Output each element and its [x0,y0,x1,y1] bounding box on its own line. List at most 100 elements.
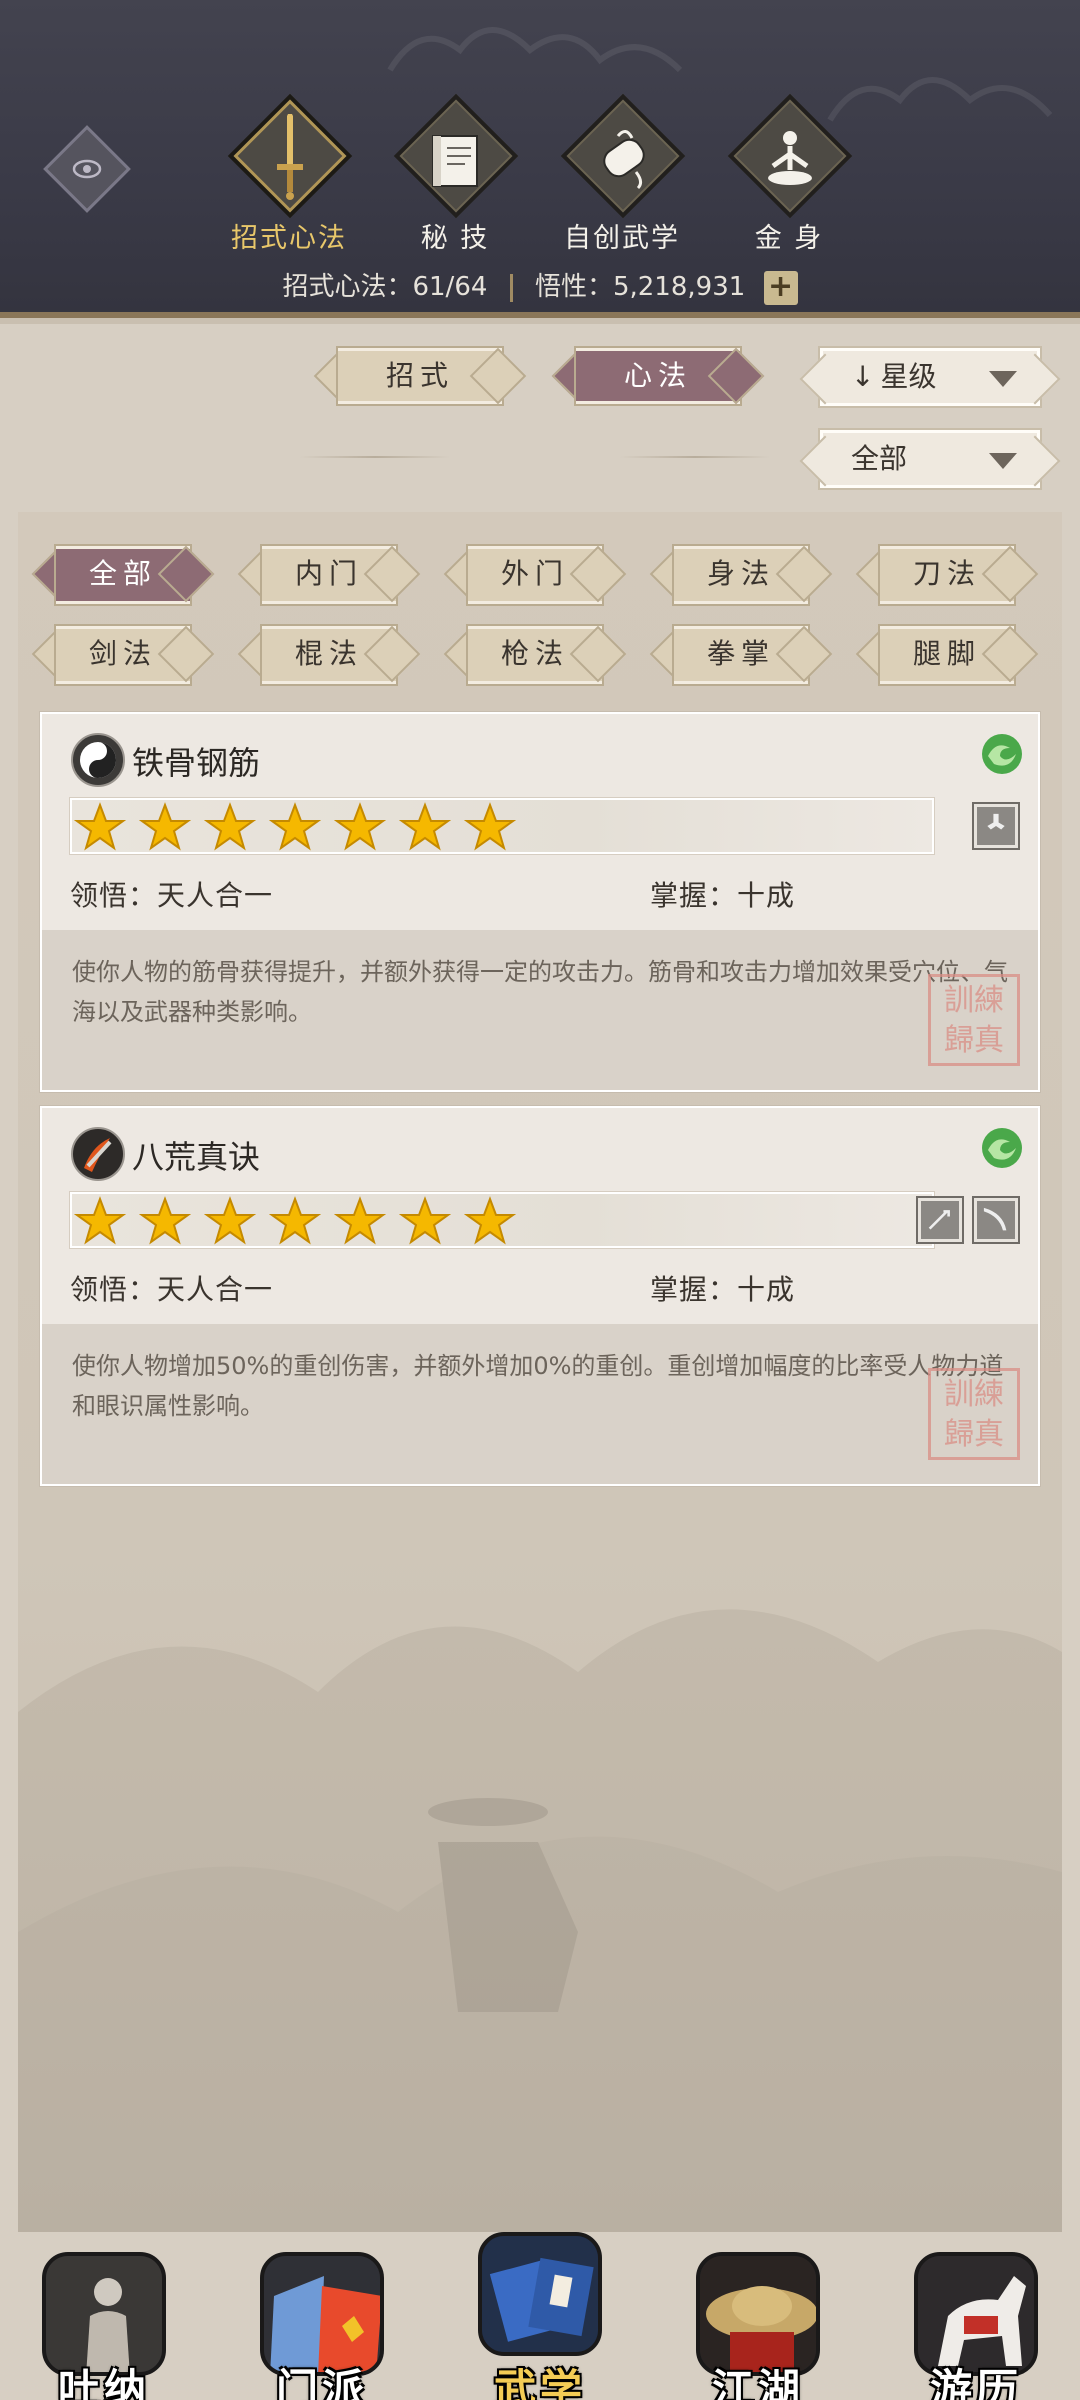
stats-line: 招式心法：61/64 悟性：5,218,931 + [0,266,1080,305]
nav-portrait [478,2232,602,2356]
filter-inner-sect[interactable]: 内门 [237,545,421,604]
star-icon [399,1196,451,1245]
filter-all[interactable]: 全部 [31,545,215,604]
landscape-backdrop [18,1609,1062,2232]
filter-label: 剑法 [88,637,157,670]
insight-value: 5,218,931 [612,272,746,302]
manual-books-icon [482,2236,598,2352]
comprehension-row: 领悟：天人合一 [70,874,273,914]
tab-golden-body[interactable]: 金 身 [704,93,874,254]
nav-label: 吐纳 [57,2365,150,2400]
mode-tab-inner-arts[interactable]: 心法 [551,347,765,405]
comprehension-value: 天人合一 [157,879,274,912]
dagger-icon [928,1210,950,1230]
equip-slot-icon[interactable] [974,804,1018,848]
filter-label: 身法 [706,557,775,590]
filter-staff[interactable]: 棍法 [237,625,421,684]
nav-label: 门派 [275,2365,368,2400]
yin-yang-icon [71,733,125,787]
skill-description: 使你人物增加50%的重创伤害，并额外增加0%的重创。重创增加幅度的比率受人物力道… [72,1352,1004,1420]
filter-outer-sect[interactable]: 外门 [443,545,627,604]
mode-tab-moves[interactable]: 招式 [313,347,527,405]
cloud-pattern [387,27,683,73]
sort-dropdown[interactable]: ↓ 星级 [820,348,1040,406]
filter-blade[interactable]: 刀法 [855,545,1039,604]
nav-breathing[interactable]: 吐纳 [24,2232,184,2400]
divider [509,273,513,302]
book-icon [432,135,478,187]
skill-name: 八荒真诀 [132,1138,261,1176]
comprehension-label: 领悟： [70,1273,158,1306]
skill-name: 铁骨钢筋 [132,744,261,782]
skill-description-box: 使你人物的筋骨获得提升，并额外获得一定的攻击力。筋骨和攻击力增加效果受穴位、气海… [42,930,1038,1090]
skill-card[interactable]: 铁骨钢筋 领悟：天人合一 掌握：十成 使你人物的筋骨获得提升，并额外获得一定的攻… [40,712,1040,1092]
star-icon [204,1196,256,1245]
insight-label: 悟性： [534,272,613,302]
view-toggle-button[interactable] [43,125,131,213]
nav-jianghu[interactable]: 江湖 [678,2232,838,2400]
tab-custom-martial-arts[interactable]: 自创武学 [537,93,707,254]
add-insight-button[interactable]: + [763,270,798,305]
nav-label: 江湖 [711,2365,804,2400]
filter-kicks[interactable]: 腿脚 [855,625,1039,684]
star-rating [70,1192,934,1248]
filter-sword[interactable]: 剑法 [31,625,215,684]
figure-icon [987,813,1005,830]
filter-label: 棍法 [294,637,363,670]
skill-description: 使你人物的筋骨获得提升，并额外获得一定的攻击力。筋骨和攻击力增加效果受穴位、气海… [72,958,1008,1026]
tab-secret-skills[interactable]: 秘 技 [370,93,540,254]
flaming-blade-icon [71,1127,125,1181]
filter-movement[interactable]: 身法 [649,545,833,604]
star-icon [74,802,126,851]
sort-label: 星级 [880,360,937,393]
meditation-icon [768,131,812,185]
tab-techniques[interactable]: 招式心法 [204,93,374,254]
chevron-down-icon [989,371,1017,387]
filter-label: 腿脚 [912,637,981,670]
category-label: 全部 [851,442,908,475]
star-icon [269,1196,321,1245]
star-rating [70,798,934,854]
skill-card[interactable]: 八荒真诀 领悟：天人合一 掌握：十成 使你人物增加50%的重创伤害，并额外增加0… [40,1106,1040,1486]
tab-label: 金 身 [754,223,824,254]
nav-martial-arts[interactable]: 武学 [460,2232,620,2400]
star-icon [269,802,321,851]
skills-count-label: 招式心法： [282,272,413,302]
nav-travel[interactable]: 游历 [896,2232,1056,2400]
filter-label: 全部 [88,557,157,590]
comprehension-value: 天人合一 [157,1273,274,1306]
filter-spear[interactable]: 枪法 [443,625,627,684]
equip-slot-icon[interactable] [918,1198,962,1242]
swirl-badge-icon [982,734,1022,774]
mode-tab-label: 招式 [385,359,454,392]
tab-label: 自创武学 [564,223,680,254]
star-icon [74,1196,126,1245]
chevron-down-icon [989,453,1017,469]
comprehension-row: 领悟：天人合一 [70,1268,273,1308]
star-icon [334,802,386,851]
nav-label: 武学 [493,2365,586,2400]
divider [300,456,450,458]
category-dropdown[interactable]: 全部 [820,430,1040,488]
filter-label: 外门 [500,557,569,590]
header: 招式心法 秘 技 自创武学 金 身 招式心法：61/64 悟性：5,218,93… [0,0,1080,324]
swirl-badge-icon [982,1128,1022,1168]
nav-label: 游历 [929,2365,1022,2400]
seal-stamp: 訓練 歸真 [928,974,1020,1066]
equip-slot-icon[interactable] [974,1198,1018,1242]
eye-icon [72,159,102,179]
filter-label: 枪法 [500,637,569,670]
mastery-label: 掌握： [650,1273,738,1306]
star-icon [139,802,191,851]
tab-label: 招式心法 [231,223,347,254]
comprehension-label: 领悟： [70,879,158,912]
filter-label: 拳掌 [706,637,775,670]
filter-fist-palm[interactable]: 拳掌 [649,625,833,684]
skill-description-box: 使你人物增加50%的重创伤害，并额外增加0%的重创。重创增加幅度的比率受人物力道… [42,1324,1038,1484]
star-icon [399,802,451,851]
nav-sect[interactable]: 门派 [242,2232,402,2400]
star-icon [464,802,516,851]
filter-label: 内门 [294,557,363,590]
mastery-label: 掌握： [650,879,738,912]
mode-tab-label: 心法 [623,359,692,392]
